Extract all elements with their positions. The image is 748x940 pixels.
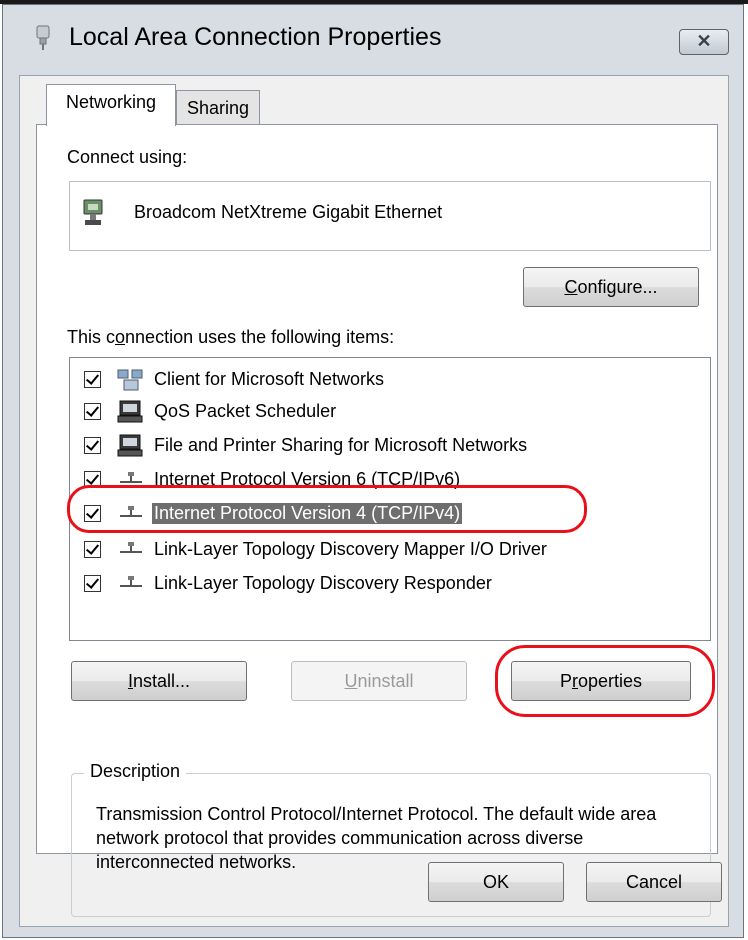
item-label: Internet Protocol Version 4 (TCP/IPv4) xyxy=(152,503,463,524)
items-label: This connection uses the following items… xyxy=(67,327,395,347)
adapter-name: Broadcom NetXtreme Gigabit Ethernet xyxy=(134,202,443,222)
title-bar[interactable]: Local Area Connection Properties ✕ xyxy=(3,5,743,81)
close-button[interactable]: ✕ xyxy=(679,29,729,55)
item-label: Client for Microsoft Networks xyxy=(154,369,385,389)
list-item[interactable]: Link-Layer Topology Discovery Mapper I/O… xyxy=(70,536,710,566)
protocol-icon xyxy=(120,542,142,553)
adapter-display: Broadcom NetXtreme Gigabit Ethernet xyxy=(69,181,711,251)
item-label: Link-Layer Topology Discovery Responder xyxy=(154,573,492,593)
install-button[interactable]: Install... xyxy=(71,661,247,701)
network-client-icon xyxy=(117,369,143,391)
list-item[interactable]: Client for Microsoft Networks xyxy=(70,366,710,396)
item-checkbox[interactable] xyxy=(84,505,101,522)
network-card-icon xyxy=(83,199,103,225)
tab-sharing[interactable]: Sharing xyxy=(176,90,260,126)
list-item[interactable]: QoS Packet Scheduler xyxy=(70,398,710,428)
computer-icon xyxy=(117,400,143,423)
uninstall-button[interactable]: Uninstall xyxy=(291,661,467,701)
list-item[interactable]: Internet Protocol Version 6 (TCP/IPv6) xyxy=(70,466,710,496)
networking-tab-panel: Connect using: Broadcom NetXtreme Gigabi… xyxy=(36,124,718,917)
protocol-icon xyxy=(120,506,142,517)
configure-button[interactable]: Configure... xyxy=(523,267,699,307)
list-item-selected[interactable]: Internet Protocol Version 4 (TCP/IPv4) xyxy=(70,500,710,530)
connect-using-label: Connect using: xyxy=(67,147,188,167)
protocol-icon xyxy=(120,576,142,587)
dialog-title: Local Area Connection Properties xyxy=(69,23,442,51)
item-label: Link-Layer Topology Discovery Mapper I/O… xyxy=(154,539,547,559)
list-item[interactable]: File and Printer Sharing for Microsoft N… xyxy=(70,432,710,462)
item-checkbox[interactable] xyxy=(84,371,101,388)
item-label: Internet Protocol Version 6 (TCP/IPv6) xyxy=(154,469,461,489)
ok-button[interactable]: OK xyxy=(428,862,564,902)
tab-networking[interactable]: Networking xyxy=(46,84,176,126)
items-list[interactable]: Client for Microsoft Networks QoS Packet… xyxy=(69,357,711,641)
list-item[interactable]: Link-Layer Topology Discovery Responder xyxy=(70,570,710,600)
dialog-client-area: Networking Sharing Connect using: Broadc… xyxy=(19,75,729,927)
item-label: File and Printer Sharing for Microsoft N… xyxy=(154,435,528,455)
computer-icon xyxy=(117,434,143,457)
item-checkbox[interactable] xyxy=(84,403,101,420)
network-adapter-icon xyxy=(36,25,50,50)
description-legend: Description xyxy=(84,761,187,782)
protocol-icon xyxy=(120,472,142,483)
properties-button[interactable]: Properties xyxy=(511,661,691,701)
item-checkbox[interactable] xyxy=(84,541,101,558)
properties-dialog: Local Area Connection Properties ✕ Netwo… xyxy=(2,4,744,938)
item-checkbox[interactable] xyxy=(84,437,101,454)
item-label: QoS Packet Scheduler xyxy=(154,401,337,421)
cancel-button[interactable]: Cancel xyxy=(586,862,722,902)
item-checkbox[interactable] xyxy=(84,471,101,488)
item-checkbox[interactable] xyxy=(84,575,101,592)
